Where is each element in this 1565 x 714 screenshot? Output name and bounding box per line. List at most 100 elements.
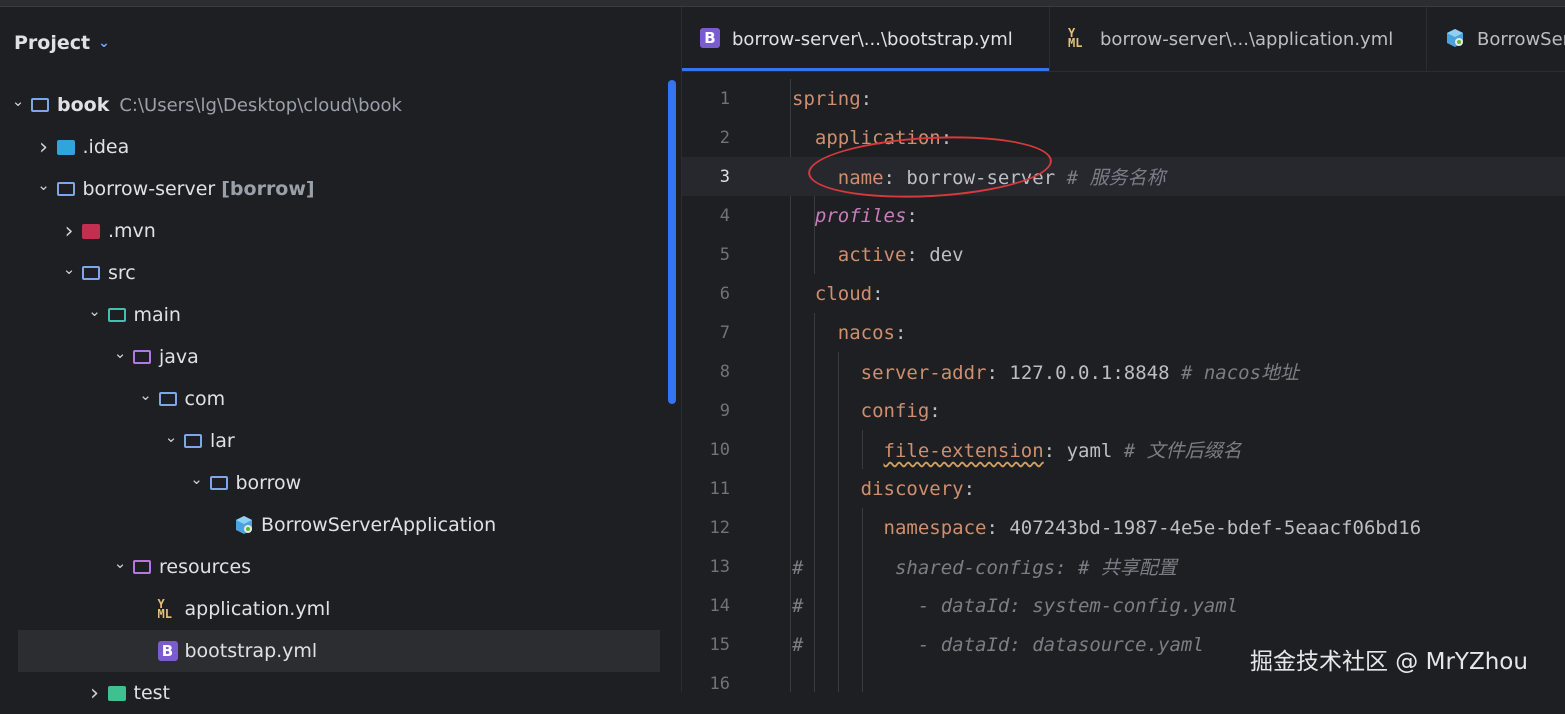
- code-token: :: [860, 87, 873, 110]
- chevron-down-icon[interactable]: ⌄: [8, 92, 28, 110]
- tab-label: borrow-server\...\application.yml: [1100, 28, 1394, 50]
- line-number[interactable]: 1: [682, 89, 730, 109]
- chevron-down-icon[interactable]: ⌄: [187, 470, 207, 488]
- chevron-right-icon[interactable]: ›: [34, 135, 54, 160]
- chevron-down-icon[interactable]: ⌄: [85, 302, 105, 320]
- yaml-file-icon: Y ML: [1068, 26, 1083, 50]
- tree-item-borrow-server[interactable]: ⌄ borrow-server [borrow]: [0, 168, 660, 210]
- code-token: # shared-configs: # 共享配置: [792, 557, 1177, 579]
- chevron-down-icon[interactable]: ⌄: [161, 428, 181, 446]
- code-line[interactable]: 5 active: dev: [682, 235, 1565, 274]
- line-number[interactable]: 12: [682, 518, 730, 538]
- line-number[interactable]: 10: [682, 440, 730, 460]
- code-line[interactable]: 7 nacos:: [682, 313, 1565, 352]
- tree-item-borrow[interactable]: ⌄ borrow: [0, 462, 660, 504]
- line-number[interactable]: 8: [682, 362, 730, 382]
- tree-item-borrowserverapplication[interactable]: BorrowServerApplication: [0, 504, 660, 546]
- line-number[interactable]: 2: [682, 128, 730, 148]
- line-number[interactable]: 7: [682, 323, 730, 343]
- tree-item-mvn[interactable]: › .mvn: [0, 210, 660, 252]
- project-scrollbar[interactable]: [668, 80, 676, 404]
- tree-item-label: .mvn: [108, 220, 156, 242]
- code-token: # - dataId: system-config.yaml: [792, 594, 1239, 617]
- code-text: namespace: 407243bd-1987-4e5e-bdef-5eaac…: [792, 516, 1422, 539]
- chevron-down-icon[interactable]: ⌄: [98, 35, 110, 51]
- editor-area: B borrow-server\...\bootstrap.yml Y ML bo…: [681, 7, 1565, 694]
- tab-borrow-server-application[interactable]: BorrowServerApplication: [1427, 7, 1565, 71]
- code-token: :: [929, 399, 941, 422]
- chevron-down-icon[interactable]: ⌄: [34, 176, 54, 194]
- line-number[interactable]: 11: [682, 479, 730, 499]
- code-token: server-addr: [860, 362, 987, 384]
- module-folder-icon: [56, 179, 78, 199]
- code-line[interactable]: 1 spring:: [682, 79, 1565, 118]
- code-line[interactable]: 11 discovery:: [682, 469, 1565, 508]
- tree-item-test[interactable]: › test: [0, 672, 660, 714]
- code-token: # nacos地址: [1180, 362, 1300, 384]
- tree-item-label: java: [159, 346, 199, 368]
- tab-application-yml[interactable]: Y ML borrow-server\...\application.yml: [1050, 7, 1426, 71]
- tree-item-book[interactable]: ⌄ book C:\Users\lg\Desktop\cloud\book: [0, 84, 660, 126]
- chevron-down-icon[interactable]: ⌄: [136, 386, 156, 404]
- tree-item-label: borrow-server: [82, 178, 216, 200]
- chevron-right-icon[interactable]: ›: [85, 681, 105, 706]
- chevron-down-icon[interactable]: ⌄: [110, 344, 130, 362]
- code-token: 407243bd-1987-4e5e-bdef-5eaacf06bd16: [1009, 516, 1422, 539]
- bootstrap-file-icon: B: [157, 641, 180, 661]
- chevron-right-icon[interactable]: ›: [59, 219, 79, 244]
- source-folder-icon: [81, 263, 103, 283]
- code-line[interactable]: 6 cloud:: [682, 274, 1565, 313]
- tree-item-bootstrap-yml[interactable]: Bbootstrap.yml: [18, 630, 660, 672]
- code-token: profiles: [814, 204, 907, 227]
- line-number[interactable]: 13: [682, 557, 730, 577]
- chevron-down-icon[interactable]: ⌄: [110, 554, 130, 572]
- tree-item-com[interactable]: ⌄ com: [0, 378, 660, 420]
- line-number[interactable]: 9: [682, 401, 730, 421]
- code-token: # 文件后缀名: [1123, 440, 1242, 462]
- project-panel: Project ⌄ ⌄ book C:\Users\lg\Desktop\cloud…: [0, 7, 680, 706]
- line-number[interactable]: 16: [682, 674, 730, 694]
- line-number[interactable]: 3: [682, 167, 730, 187]
- tree-item-label: test: [133, 682, 171, 704]
- line-number[interactable]: 15: [682, 635, 730, 655]
- code-line[interactable]: 10 file-extension: yaml # 文件后缀名: [682, 430, 1565, 469]
- code-line[interactable]: 4 profiles:: [682, 196, 1565, 235]
- main-folder-icon: [107, 305, 129, 325]
- tree-item-resources[interactable]: ⌄ resources: [0, 546, 660, 588]
- line-number[interactable]: 4: [682, 206, 730, 226]
- code-text: spring:: [792, 88, 872, 110]
- tree-item-application-yml[interactable]: Y ML application.yml: [0, 588, 660, 630]
- code-token: yaml: [1066, 440, 1124, 462]
- chevron-down-icon[interactable]: ⌄: [59, 260, 79, 278]
- tree-item-src[interactable]: ⌄ src: [0, 252, 660, 294]
- code-line[interactable]: 13 # shared-configs: # 共享配置: [682, 547, 1565, 586]
- tree-item-label: BorrowServerApplication: [261, 514, 497, 536]
- code-line[interactable]: 14 # - dataId: system-config.yaml: [682, 586, 1565, 625]
- code-token: active: [837, 243, 907, 266]
- tree-item-label: application.yml: [184, 598, 331, 620]
- line-number[interactable]: 14: [682, 596, 730, 616]
- tree-item-java[interactable]: ⌄ java: [0, 336, 660, 378]
- code-line[interactable]: 12 namespace: 407243bd-1987-4e5e-bdef-5e…: [682, 508, 1565, 547]
- code-token: :: [872, 282, 884, 305]
- code-line[interactable]: 2 application:: [682, 118, 1565, 157]
- tab-bootstrap-yml[interactable]: B borrow-server\...\bootstrap.yml: [682, 7, 1049, 71]
- tree-item-lar[interactable]: ⌄ lar: [0, 420, 660, 462]
- tree-item-label: src: [108, 262, 136, 284]
- tree-item-idea[interactable]: › .idea: [0, 126, 660, 168]
- spring-boot-class-icon: [1445, 28, 1467, 50]
- code-token: spring: [792, 87, 861, 110]
- line-number[interactable]: 5: [682, 245, 730, 265]
- line-number[interactable]: 6: [682, 284, 730, 304]
- code-text: active: dev: [792, 244, 964, 266]
- bootstrap-file-icon: B: [700, 28, 722, 50]
- tree-item-main[interactable]: ⌄ main: [0, 294, 660, 336]
- code-line[interactable]: 9 config:: [682, 391, 1565, 430]
- package-folder-icon: [183, 431, 205, 451]
- tree-item-label: book: [57, 94, 110, 116]
- project-panel-header[interactable]: Project ⌄: [14, 31, 110, 55]
- code-line[interactable]: 8 server-addr: 127.0.0.1:8848 # nacos地址: [682, 352, 1565, 391]
